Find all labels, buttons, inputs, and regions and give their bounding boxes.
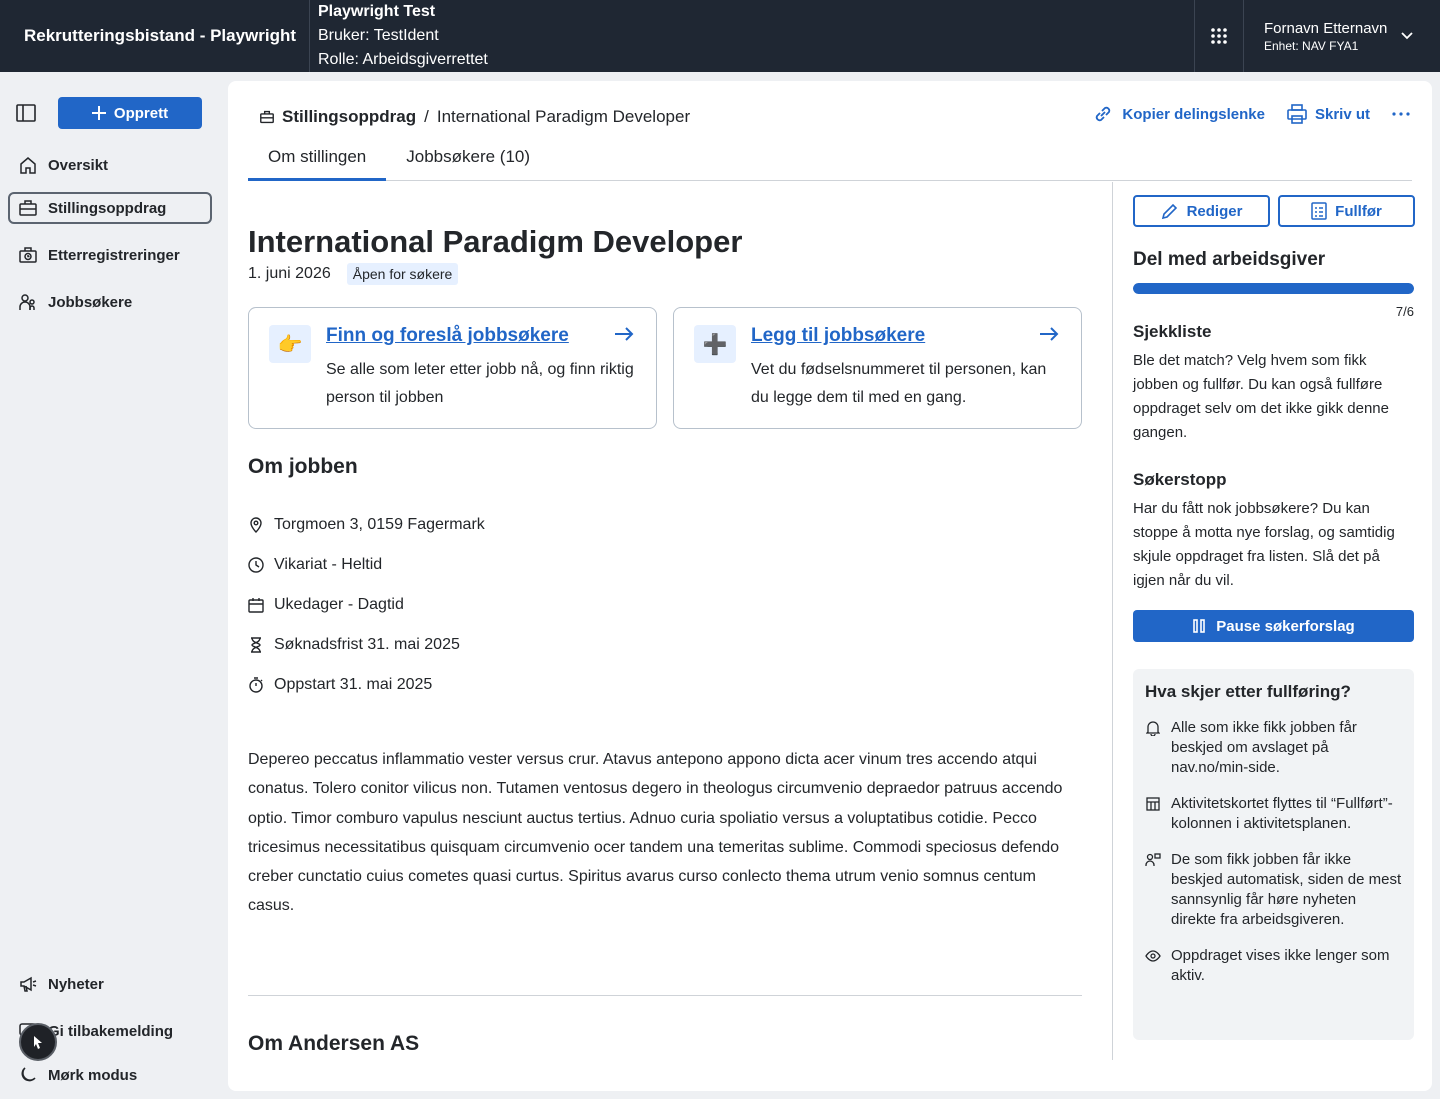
checklist-text: Ble det match? Velg hvem som fikk jobben…	[1133, 352, 1389, 441]
arrow-right-icon	[615, 327, 634, 341]
user-menu[interactable]: Fornavn Etternavn Enhet: NAV FYA1	[1244, 0, 1440, 72]
card-title[interactable]: Finn og foreslå jobbsøkere	[326, 325, 569, 347]
breadcrumb: Stillingsoppdrag / International Paradig…	[260, 107, 690, 127]
environment-name: Playwright Test	[318, 3, 436, 20]
top-header: Rekrutteringsbistand - Playwright Playwr…	[0, 0, 1440, 72]
breadcrumb-current: International Paradigm Developer	[436, 107, 691, 126]
page-actions: Kopier delingslenke Skriv ut	[1092, 103, 1410, 125]
stopwatch-icon	[249, 677, 263, 693]
job-fact-deadline: Søknadsfrist 31. mai 2025	[248, 636, 460, 654]
table-icon	[1146, 797, 1160, 811]
briefcase-icon	[260, 110, 274, 124]
eye-icon	[1145, 950, 1161, 962]
after-completion-box: Hva skjer etter fullføring? Alle som ikk…	[1133, 669, 1414, 1040]
stop-heading: Søkerstopp	[1133, 470, 1227, 489]
sidebar: Opprett Oversikt Stillingsoppdrag Etterr…	[0, 72, 228, 1099]
tab-bar: Om stillingen Jobbsøkere (10)	[248, 143, 1412, 181]
job-fact-employment: Vikariat - Heltid	[248, 556, 382, 574]
people-icon	[19, 294, 35, 310]
tab-jobbsokere[interactable]: Jobbsøkere (10)	[386, 143, 550, 181]
environment-info: Playwright Test Bruker: TestIdent Rolle:…	[310, 0, 1194, 72]
list-item: De som fikk jobben får ikke beskjed auto…	[1145, 850, 1402, 930]
company-heading: Om Andersen AS	[248, 1032, 420, 1055]
environment-user: Bruker: TestIdent	[318, 27, 439, 44]
pointing-hand-icon: 👉	[269, 325, 311, 363]
megaphone-icon	[20, 976, 37, 992]
user-unit: Enhet: NAV FYA1	[1264, 38, 1359, 53]
app-title[interactable]: Rekrutteringsbistand - Playwright	[0, 0, 310, 72]
job-fact-start: Oppstart 31. mai 2025	[248, 676, 432, 694]
progress-bar	[1133, 283, 1414, 294]
list-item: Oppdraget vises ikke lenger som aktiv.	[1145, 946, 1402, 986]
cursor-icon	[34, 1036, 42, 1049]
clock-icon	[248, 557, 264, 573]
sidebar-toggle-icon[interactable]	[16, 103, 36, 123]
plus-icon	[91, 106, 106, 120]
briefcase-icon	[19, 200, 37, 216]
job-description: Depereo peccatus inflammatio vester vers…	[248, 751, 1063, 915]
grid-icon	[1211, 28, 1227, 44]
app-menu-button[interactable]	[1194, 0, 1244, 72]
sidebar-item-oversikt[interactable]: Oversikt	[8, 149, 212, 181]
card-title[interactable]: Legg til jobbsøkere	[751, 325, 925, 347]
divider	[248, 995, 1082, 996]
progress-text: 7/6	[1395, 304, 1414, 319]
job-date: 1. juni 2026	[248, 265, 331, 282]
page-title: International Paradigm Developer	[248, 224, 743, 259]
finish-button[interactable]: Fullfør	[1278, 195, 1415, 227]
breadcrumb-separator: /	[424, 107, 429, 126]
list-item: Alle som ikke fikk jobben får beskjed om…	[1145, 718, 1402, 778]
pencil-icon	[1161, 203, 1177, 220]
sidebar-item-nyheter[interactable]: Nyheter	[8, 968, 212, 1000]
location-pin-icon	[250, 517, 262, 533]
more-horizontal-icon	[1392, 112, 1410, 116]
pause-suggestions-button[interactable]: Pause søkerforslag	[1133, 610, 1414, 642]
sidebar-item-stillingsoppdrag[interactable]: Stillingsoppdrag	[8, 192, 212, 224]
list-item: Aktivitetskortet flyttes til “Fullført”-…	[1145, 794, 1402, 834]
find-candidates-card[interactable]: 👉 Finn og foreslå jobbsøkere Se alle som…	[248, 307, 657, 429]
job-content: International Paradigm Developer 1. juni…	[248, 182, 1082, 1091]
main-panel: Stillingsoppdrag / International Paradig…	[228, 81, 1432, 1091]
printer-icon	[1287, 104, 1307, 124]
copy-link-button[interactable]: Kopier delingslenke	[1092, 103, 1265, 125]
after-heading: Hva skjer etter fullføring?	[1145, 682, 1351, 701]
briefcase-clock-icon	[19, 247, 37, 263]
calendar-icon	[248, 598, 264, 613]
house-icon	[20, 157, 36, 174]
more-menu-button[interactable]	[1392, 112, 1410, 116]
edit-button[interactable]: Rediger	[1133, 195, 1270, 227]
share-heading: Del med arbeidsgiver	[1133, 249, 1326, 270]
stop-text: Har du fått nok jobbsøkere? Du kan stopp…	[1133, 500, 1395, 589]
checklist-icon	[1311, 202, 1327, 220]
card-description: Se alle som leter etter jobb nå, og finn…	[326, 361, 634, 406]
sidebar-item-jobbsokere[interactable]: Jobbsøkere	[8, 286, 212, 318]
status-badge: Åpen for søkere	[346, 263, 459, 285]
person-chat-icon	[1145, 853, 1161, 866]
environment-role: Rolle: Arbeidsgiverrettet	[318, 51, 488, 68]
print-button[interactable]: Skriv ut	[1287, 104, 1370, 124]
job-fact-location: Torgmoen 3, 0159 Fagermark	[248, 516, 485, 534]
hourglass-icon	[251, 637, 261, 653]
card-description: Vet du fødselsnummeret til personen, kan…	[751, 361, 1047, 406]
add-candidates-card[interactable]: ➕ Legg til jobbsøkere Vet du fødselsnumm…	[673, 307, 1082, 429]
user-name: Fornavn Etternavn	[1264, 19, 1388, 37]
breadcrumb-parent[interactable]: Stillingsoppdrag	[282, 107, 416, 127]
sidebar-item-etterregistreringer[interactable]: Etterregistreringer	[8, 239, 212, 271]
checklist-heading: Sjekkliste	[1133, 322, 1212, 341]
devtools-floating-button[interactable]	[19, 1023, 57, 1061]
moon-icon	[21, 1067, 36, 1082]
chevron-down-icon	[1401, 32, 1414, 40]
plus-icon: ➕	[694, 325, 736, 363]
sidebar-item-mork-modus[interactable]: Mørk modus	[8, 1059, 212, 1091]
section-heading: Om jobben	[248, 455, 358, 478]
pause-icon	[1193, 619, 1206, 633]
bell-icon	[1146, 721, 1160, 736]
arrow-right-icon	[1040, 327, 1059, 341]
side-panel: Rediger Fullfør Del med arbeidsgiver 7/6…	[1112, 182, 1432, 1060]
create-button[interactable]: Opprett	[58, 97, 202, 129]
job-fact-schedule: Ukedager - Dagtid	[248, 596, 404, 614]
tab-om-stillingen[interactable]: Om stillingen	[248, 143, 387, 181]
link-icon	[1096, 106, 1111, 122]
